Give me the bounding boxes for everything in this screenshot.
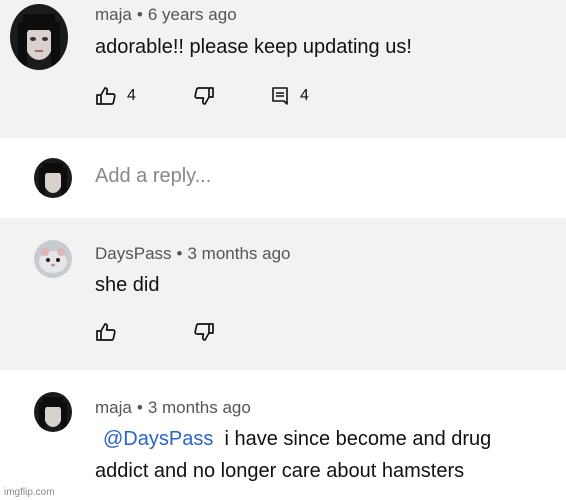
thumbs-up-icon — [96, 87, 116, 105]
timestamp[interactable]: 3 months ago — [187, 244, 290, 263]
separator-dot: • — [136, 5, 143, 24]
comment-text-line1: i have since become and drug — [224, 428, 492, 450]
thumbs-up-icon — [96, 323, 116, 341]
like-button[interactable]: 4 — [95, 86, 136, 106]
separator-dot: • — [176, 244, 183, 263]
reply-comment-icon — [272, 87, 288, 105]
reply-input[interactable]: Add a reply... — [95, 165, 211, 188]
avatar[interactable] — [34, 392, 72, 432]
comment-text: @DaysPass i have since become and drug — [103, 428, 491, 451]
dislike-button[interactable] — [193, 86, 215, 106]
thumbs-down-icon — [194, 87, 214, 105]
dislike-button[interactable] — [193, 322, 215, 342]
author-name[interactable]: DaysPass — [95, 244, 172, 263]
mention-link[interactable]: @DaysPass — [103, 428, 213, 450]
comment-meta: maja • 3 months ago — [95, 398, 251, 418]
separator-dot: • — [136, 398, 143, 417]
like-button[interactable] — [95, 322, 117, 342]
comment-maja-reply: maja • 3 months ago @DaysPass i have since… — [0, 370, 566, 500]
comment-text: adorable!! please keep updating us! — [95, 36, 412, 58]
reply-box: Add a reply... — [0, 138, 566, 218]
comment-text: she did — [95, 274, 160, 296]
timestamp[interactable]: 6 years ago — [148, 5, 237, 24]
avatar[interactable] — [34, 158, 72, 198]
author-name[interactable]: maja — [95, 5, 132, 24]
author-name[interactable]: maja — [95, 398, 132, 417]
avatar[interactable] — [34, 240, 72, 278]
thumbs-down-icon — [194, 323, 214, 341]
comment-text-line2: addict and no longer care about hamsters — [95, 460, 465, 482]
reply-count: 4 — [300, 87, 309, 104]
comment-dayspass: DaysPass • 3 months ago she did — [0, 218, 566, 370]
reply-button[interactable]: 4 — [270, 86, 309, 106]
watermark: imgflip.com — [4, 487, 55, 498]
comment-meta: maja • 6 years ago — [95, 5, 237, 25]
timestamp[interactable]: 3 months ago — [148, 398, 251, 417]
comment-maja-original: maja • 6 years ago adorable!! please keep … — [0, 0, 566, 138]
comment-meta: DaysPass • 3 months ago — [95, 244, 291, 264]
like-count: 4 — [127, 87, 136, 104]
avatar[interactable] — [10, 4, 68, 70]
